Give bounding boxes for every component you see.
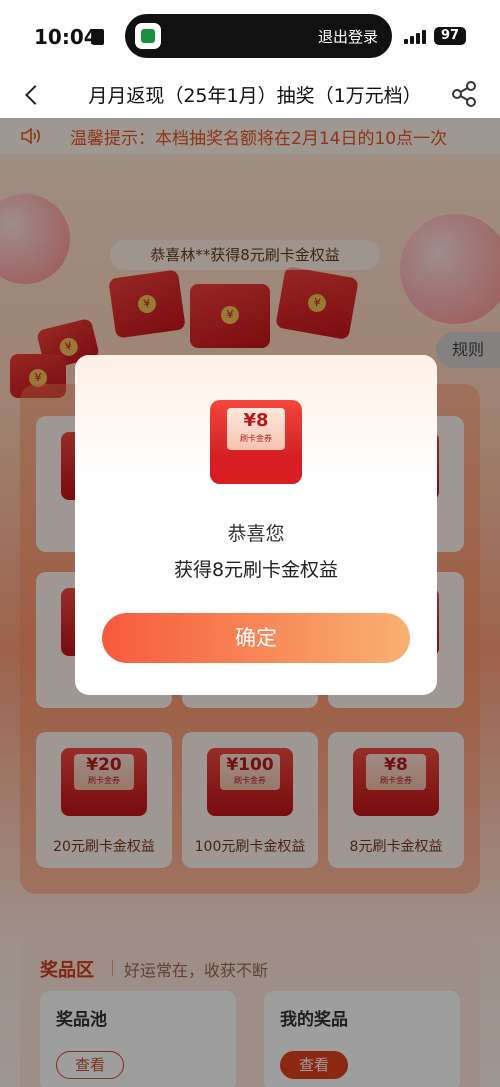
battery-indicator: 97 [434,27,466,45]
red-envelope-icon: ¥8 刷卡金券 [210,400,302,484]
coupon-card: ¥8 刷卡金券 [227,408,285,450]
prize-message: 获得8元刷卡金权益 [173,559,339,581]
clock: 10:04 [34,25,98,49]
coupon-amount: ¥8 [243,410,269,431]
confirm-button[interactable]: 确定 [102,613,410,663]
page-title: 月月返现（25年1月）抽奖（1万元档） [88,85,422,107]
envelope-flap [210,452,302,484]
dynamic-island[interactable]: 退出登录 [125,14,392,58]
id-card-icon [92,29,104,45]
congrats-text: 恭喜您 [227,523,285,545]
coupon-type: 刷卡金券 [240,434,272,443]
win-dialog: ¥8 刷卡金券 恭喜您 获得8元刷卡金权益 确定 [75,355,437,695]
signal-icon [404,30,430,44]
logout-button[interactable]: 退出登录 [318,26,378,47]
app-logo-icon [135,23,161,49]
back-icon[interactable] [18,78,48,112]
share-icon[interactable] [448,78,480,110]
status-bar: 10:04 退出登录 97 [0,0,500,72]
nav-bar: 月月返现（25年1月）抽奖（1万元档） [0,72,500,118]
